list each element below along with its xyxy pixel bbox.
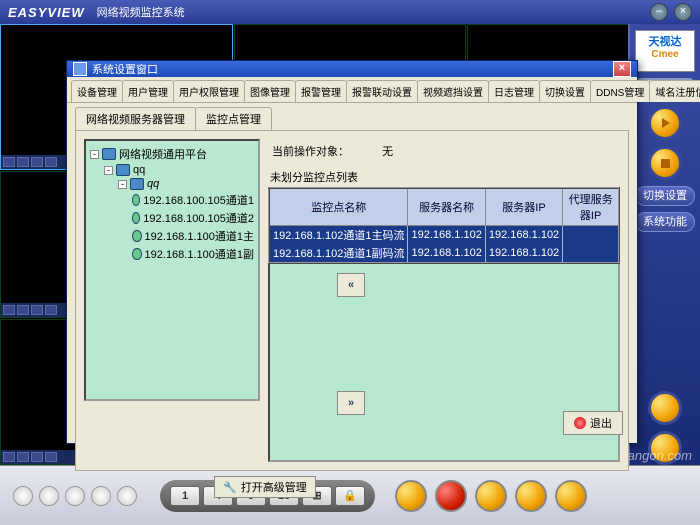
- column-header[interactable]: 服务器名称: [408, 188, 485, 226]
- dot-icon: [91, 486, 111, 506]
- tree-node[interactable]: 192.168.1.100通道1主: [132, 227, 254, 245]
- exit-label: 退出: [590, 415, 612, 431]
- play-button[interactable]: [648, 106, 682, 140]
- advanced-mgmt-button[interactable]: 🔧 打开高级管理: [214, 476, 316, 498]
- current-object-value: 无: [382, 146, 393, 158]
- transport-button[interactable]: [555, 480, 587, 512]
- transport-button[interactable]: [515, 480, 547, 512]
- column-header[interactable]: 服务器IP: [485, 188, 562, 226]
- dialog-icon: [73, 62, 87, 76]
- app-title: 网络视频监控系统: [97, 4, 185, 20]
- sub-tab[interactable]: 网络视频服务器管理: [75, 107, 196, 130]
- tree-node[interactable]: -网络视频通用平台: [90, 145, 254, 163]
- dot-icon: [65, 486, 85, 506]
- table-row[interactable]: 192.168.1.102通道1副码流192.168.1.102192.168.…: [269, 244, 619, 263]
- dialog-titlebar[interactable]: 系统设置窗口 ×: [67, 61, 637, 77]
- brand-box: 天视达 Cmee: [635, 30, 695, 72]
- main-tab[interactable]: 日志管理: [488, 80, 540, 102]
- system-func-button[interactable]: 系统功能: [635, 212, 695, 232]
- main-tab[interactable]: 设备管理: [71, 80, 123, 102]
- table-row[interactable]: 192.168.1.102通道1主码流192.168.1.102192.168.…: [269, 226, 619, 245]
- folder-icon: [102, 148, 116, 160]
- tree-node[interactable]: -qq: [118, 177, 254, 191]
- settings-dialog: 系统设置窗口 × 设备管理用户管理用户权限管理图像管理报警管理报警联动设置视频遮…: [66, 60, 638, 444]
- brand-line2: Cmee: [638, 49, 692, 60]
- main-tab[interactable]: 用户管理: [122, 80, 174, 102]
- main-tab[interactable]: DDNS管理: [590, 80, 650, 102]
- list-label: 未划分监控点列表: [268, 167, 620, 187]
- advanced-mgmt-label: 打开高级管理: [241, 479, 307, 495]
- column-header[interactable]: 代理服务器IP: [563, 188, 619, 226]
- brand-line1: 天视达: [638, 33, 692, 49]
- current-object-label: 当前操作对象：: [272, 146, 349, 158]
- monitor-points-table[interactable]: 监控点名称服务器名称服务器IP代理服务器IP 192.168.1.102通道1主…: [268, 187, 620, 264]
- tree-node[interactable]: 192.168.100.105通道1: [132, 191, 254, 209]
- exit-icon: [574, 417, 586, 429]
- dialog-close-button[interactable]: ×: [613, 61, 631, 77]
- main-tab[interactable]: 用户权限管理: [173, 80, 245, 102]
- dot-icon: [117, 486, 137, 506]
- main-tab[interactable]: 域名注册信息设置: [649, 80, 700, 102]
- wrench-icon: 🔧: [223, 481, 237, 494]
- transport-rec-button[interactable]: [435, 480, 467, 512]
- transport-button[interactable]: [475, 480, 507, 512]
- transport-button[interactable]: [395, 480, 427, 512]
- layout-lock-button[interactable]: 🔒: [335, 486, 365, 506]
- switch-settings-button[interactable]: 切换设置: [635, 186, 695, 206]
- folder-icon: [116, 164, 130, 176]
- dialog-title: 系统设置窗口: [92, 61, 158, 77]
- aux-button-1[interactable]: [648, 391, 682, 425]
- dot-icon: [13, 486, 33, 506]
- device-tree[interactable]: -网络视频通用平台-qq-qq192.168.100.105通道1192.168…: [84, 139, 260, 401]
- main-tab[interactable]: 视频遮挡设置: [417, 80, 489, 102]
- camera-icon: [132, 230, 142, 242]
- move-right-button[interactable]: »: [337, 391, 365, 415]
- main-tab[interactable]: 报警联动设置: [346, 80, 418, 102]
- main-tabstrip: 设备管理用户管理用户权限管理图像管理报警管理报警联动设置视频遮挡设置日志管理切换…: [67, 77, 637, 103]
- tree-node[interactable]: -qq: [104, 163, 254, 177]
- main-tab[interactable]: 图像管理: [244, 80, 296, 102]
- exit-button[interactable]: 退出: [563, 411, 623, 435]
- sub-tab[interactable]: 监控点管理: [195, 107, 272, 130]
- camera-icon: [132, 194, 140, 206]
- sub-tabstrip: 网络视频服务器管理监控点管理: [67, 103, 637, 130]
- folder-icon: [130, 178, 144, 190]
- main-tab[interactable]: 报警管理: [295, 80, 347, 102]
- move-left-button[interactable]: «: [337, 273, 365, 297]
- close-button[interactable]: ×: [674, 3, 692, 21]
- dot-icon: [39, 486, 59, 506]
- record-button[interactable]: [648, 146, 682, 180]
- bottom-toolbar: 1 4 9 16 ⊞ 🔒: [0, 465, 700, 525]
- layout-1-button[interactable]: 1: [170, 486, 200, 506]
- app-logo: EASYVIEW: [8, 5, 85, 20]
- column-header[interactable]: 监控点名称: [269, 188, 408, 226]
- tree-node[interactable]: 192.168.100.105通道2: [132, 209, 254, 227]
- tree-node[interactable]: 192.168.1.100通道1副: [132, 245, 254, 263]
- minimize-button[interactable]: –: [650, 3, 668, 21]
- camera-icon: [132, 212, 140, 224]
- camera-icon: [132, 248, 142, 260]
- main-tab[interactable]: 切换设置: [539, 80, 591, 102]
